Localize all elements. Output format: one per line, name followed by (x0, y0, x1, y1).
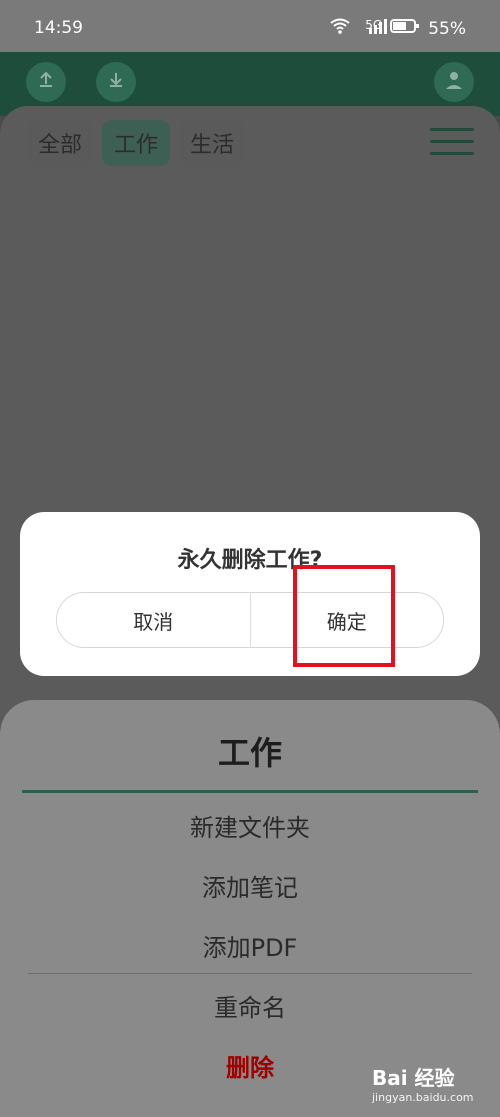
download-button[interactable] (96, 62, 136, 102)
sheet-item-add-pdf[interactable]: 添加PDF (0, 928, 500, 963)
sheet-title: 工作 (217, 734, 282, 772)
confirm-button[interactable]: 确定 (249, 593, 443, 647)
network-label: 5G (365, 17, 383, 32)
menu-button[interactable] (430, 128, 474, 156)
battery-icon (390, 18, 420, 39)
status-right: 5G 55% (329, 18, 466, 39)
baidu-watermark: Bai 经验 jingyan.baidu.com (372, 1062, 492, 1108)
dialog-title: 永久删除工作? (177, 548, 323, 573)
sheet-item-new-folder[interactable]: 新建文件夹 (0, 808, 500, 843)
upload-icon (36, 70, 56, 95)
upload-button[interactable] (26, 62, 66, 102)
category-tabs: 全部 工作 生活 (26, 120, 246, 166)
hamburger-icon (430, 128, 474, 131)
dialog-actions: 取消 确定 (56, 592, 444, 648)
profile-button[interactable] (434, 62, 474, 102)
watermark-url: jingyan.baidu.com (372, 1091, 474, 1104)
sheet-item-rename[interactable]: 重命名 (0, 988, 500, 1023)
confirm-dialog: 永久删除工作? 取消 确定 (20, 512, 480, 676)
sheet-separator (28, 973, 472, 974)
status-bar: 14:59 5G 55% (0, 0, 500, 52)
bottom-sheet: 工作 新建文件夹 添加笔记 添加PDF 重命名 删除 (0, 700, 500, 1117)
tab-work[interactable]: 工作 (102, 120, 170, 166)
status-time: 14:59 (34, 18, 83, 38)
sheet-divider (22, 790, 478, 793)
wifi-icon (329, 18, 351, 39)
watermark-brand: Bai 经验 (372, 1066, 455, 1090)
sheet-item-add-note[interactable]: 添加笔记 (0, 868, 500, 903)
cancel-button[interactable]: 取消 (57, 593, 250, 647)
battery-percent: 55% (428, 18, 466, 39)
user-icon (443, 69, 465, 96)
tab-all[interactable]: 全部 (26, 120, 94, 166)
tab-life[interactable]: 生活 (178, 120, 246, 166)
download-icon (106, 70, 126, 95)
